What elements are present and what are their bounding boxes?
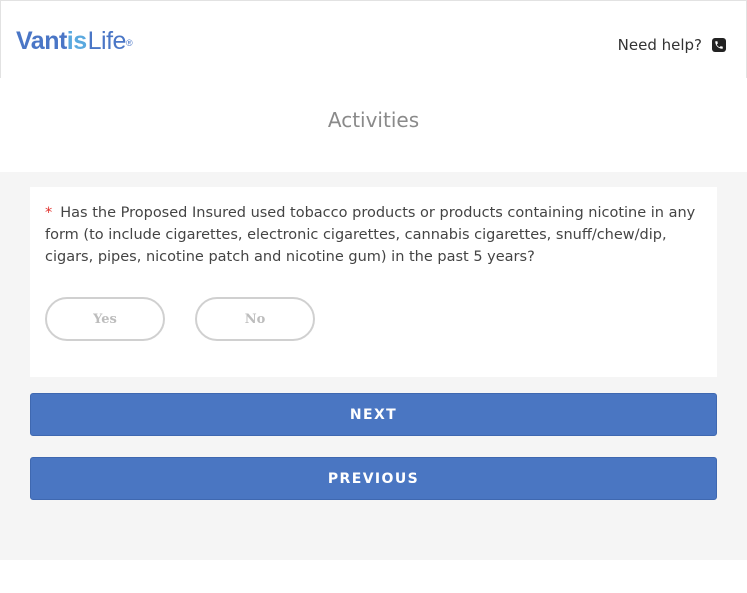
header: VantisLife® Need help? [0, 0, 747, 78]
question-label: Has the Proposed Insured used tobacco pr… [45, 205, 696, 265]
yes-option-button[interactable]: Yes [45, 297, 165, 341]
main-content: * Has the Proposed Insured used tobacco p… [0, 172, 747, 560]
question-card: * Has the Proposed Insured used tobacco p… [30, 187, 717, 377]
logo-registered-mark: ® [125, 38, 133, 48]
logo-text-life: Life [87, 27, 127, 55]
vantis-life-logo[interactable]: VantisLife® [16, 27, 133, 55]
logo-text-is: is [66, 27, 87, 55]
title-band: Activities [0, 78, 747, 172]
help-text: Need help? [617, 36, 702, 54]
phone-icon [712, 38, 726, 52]
page: VantisLife® Need help? Activities * Has t… [0, 0, 747, 593]
previous-button[interactable]: PREVIOUS [30, 457, 717, 500]
next-button[interactable]: NEXT [30, 393, 717, 436]
no-option-button[interactable]: No [195, 297, 315, 341]
logo-text-vant: Vant [16, 27, 67, 55]
required-marker: * [45, 205, 53, 221]
page-title: Activities [327, 108, 420, 132]
question-text-block: * Has the Proposed Insured used tobacco p… [45, 202, 705, 268]
help-link[interactable]: Need help? [618, 36, 726, 54]
